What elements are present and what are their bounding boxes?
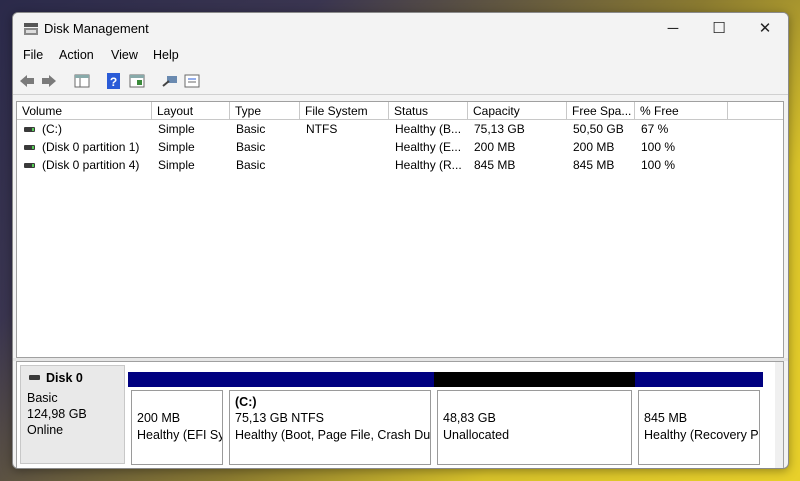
disk-management-icon (24, 23, 38, 35)
status-cell: Healthy (B... (395, 122, 462, 136)
settings-list-icon[interactable] (183, 72, 201, 90)
layout-cell: Simple (158, 158, 195, 172)
table-row[interactable]: (C:) Simple Basic NTFS Healthy (B... 75,… (17, 121, 783, 138)
disk-info[interactable]: Disk 0 Basic 124,98 GB Online (20, 365, 125, 464)
partition-unallocated[interactable]: 48,83 GB Unallocated (434, 372, 635, 466)
status-cell: Healthy (E... (395, 140, 462, 154)
maximize-button[interactable]: ☐ (696, 13, 742, 45)
partition-title: (C:) (235, 395, 257, 409)
partition-size: 48,83 GB (443, 411, 496, 425)
status-cell: Healthy (R... (395, 158, 462, 172)
partition-box: 48,83 GB Unallocated (437, 390, 632, 465)
partition-bar (635, 372, 763, 387)
disk-size: 124,98 GB (27, 407, 87, 421)
column-header-capacity[interactable]: Capacity (468, 102, 567, 120)
free-space-cell: 50,50 GB (573, 122, 624, 136)
file-system-cell: NTFS (306, 122, 338, 136)
percent-free-cell: 67 % (641, 122, 669, 136)
partition-size: 845 MB (644, 411, 688, 425)
menu-help[interactable]: Help (153, 48, 179, 62)
disk-type: Basic (27, 391, 58, 405)
volume-cell: (Disk 0 partition 1) (42, 140, 140, 154)
partition-status: Healthy (Recovery Pa (644, 428, 760, 442)
capacity-cell: 845 MB (474, 158, 516, 172)
partition-bar (226, 372, 434, 387)
table-row[interactable]: (Disk 0 partition 1) Simple Basic Health… (17, 139, 783, 156)
volume-icon (24, 127, 35, 132)
partition-box: 200 MB Healthy (EFI Sy (131, 390, 223, 465)
percent-free-cell: 100 % (641, 158, 676, 172)
disk-icon (29, 375, 40, 380)
forward-icon[interactable] (40, 72, 58, 90)
partition-bar (128, 372, 226, 387)
disk-map: Disk 0 Basic 124,98 GB Online 200 MB Hea… (16, 361, 784, 468)
menu-file[interactable]: File (23, 48, 43, 62)
volume-list[interactable]: Volume Layout Type File System Status Ca… (16, 101, 784, 358)
partition-size: 200 MB (137, 411, 181, 425)
back-icon[interactable] (18, 72, 36, 90)
partition-box: 845 MB Healthy (Recovery Pa (638, 390, 760, 465)
partition-status: Unallocated (443, 428, 510, 442)
window-title: Disk Management (44, 21, 149, 36)
column-header-percent-free[interactable]: % Free (635, 102, 728, 120)
vertical-scrollbar[interactable] (775, 362, 783, 468)
partition-box: (C:) 75,13 GB NTFS Healthy (Boot, Page F… (229, 390, 431, 465)
partition-bar (434, 372, 635, 387)
partition-status: Healthy (Boot, Page File, Crash Dun (235, 428, 431, 442)
type-cell: Basic (236, 158, 266, 172)
disk-name: Disk 0 (46, 371, 83, 385)
volume-icon (24, 145, 35, 150)
capacity-cell: 75,13 GB (474, 122, 525, 136)
menu-bar: File Action View Help (13, 45, 788, 67)
column-header-file-system[interactable]: File System (300, 102, 389, 120)
partition-efi[interactable]: 200 MB Healthy (EFI Sy (128, 372, 226, 466)
menu-view[interactable]: View (111, 48, 138, 62)
column-header-status[interactable]: Status (389, 102, 468, 120)
layout-cell: Simple (158, 140, 195, 154)
column-header-filler (728, 102, 783, 120)
rescan-icon[interactable] (161, 72, 179, 90)
type-cell: Basic (236, 140, 266, 154)
close-button[interactable]: ✕ (742, 13, 788, 45)
properties-icon[interactable] (128, 72, 146, 90)
partition-c[interactable]: (C:) 75,13 GB NTFS Healthy (Boot, Page F… (226, 372, 434, 466)
partition-status: Healthy (EFI Sy (137, 428, 223, 442)
free-space-cell: 845 MB (573, 158, 615, 172)
volume-cell: (C:) (42, 122, 62, 136)
volume-cell: (Disk 0 partition 4) (42, 158, 140, 172)
console-tree-icon[interactable] (73, 72, 91, 90)
column-header-type[interactable]: Type (230, 102, 300, 120)
disk-management-window: Disk Management ─ ☐ ✕ File Action View H… (12, 12, 789, 469)
free-space-cell: 200 MB (573, 140, 615, 154)
partition-size: 75,13 GB NTFS (235, 411, 324, 425)
layout-cell: Simple (158, 122, 195, 136)
percent-free-cell: 100 % (641, 140, 676, 154)
capacity-cell: 200 MB (474, 140, 516, 154)
svg-text:?: ? (110, 75, 117, 89)
disk-state: Online (27, 423, 64, 437)
type-cell: Basic (236, 122, 266, 136)
column-header-layout[interactable]: Layout (152, 102, 230, 120)
column-header-free-space[interactable]: Free Spa... (567, 102, 635, 120)
toolbar: ? (13, 68, 788, 95)
help-icon[interactable]: ? (105, 72, 123, 90)
title-bar[interactable]: Disk Management ─ ☐ ✕ (13, 13, 788, 45)
column-header-volume[interactable]: Volume (17, 102, 152, 120)
volume-icon (24, 163, 35, 168)
menu-action[interactable]: Action (59, 48, 94, 62)
minimize-button[interactable]: ─ (650, 13, 696, 45)
partition-recovery[interactable]: 845 MB Healthy (Recovery Pa (635, 372, 763, 466)
table-row[interactable]: (Disk 0 partition 4) Simple Basic Health… (17, 157, 783, 174)
